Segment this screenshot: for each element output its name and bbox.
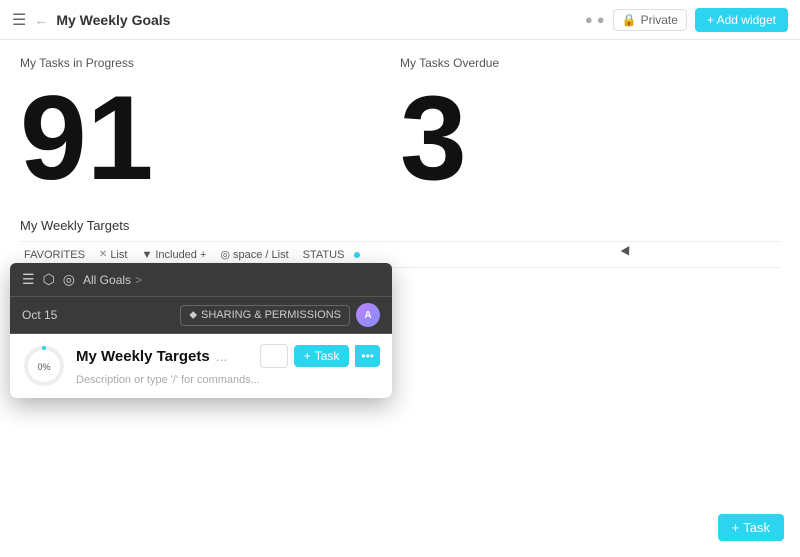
private-label: Private — [641, 13, 678, 27]
stats-row: My Tasks in Progress 91 My Tasks Overdue… — [20, 56, 780, 198]
popup-target-icon[interactable]: ◎ — [63, 271, 75, 288]
in-progress-value: 91 — [20, 78, 400, 198]
popup-description[interactable]: Description or type '/' for commands... — [76, 374, 380, 386]
filter-list[interactable]: ✕ List — [95, 247, 132, 263]
popup-body: 0% My Weekly Targets ... + Task ••• Desc… — [10, 334, 392, 398]
dot-icon-2: ● — [597, 12, 605, 27]
status-label: STATUS — [303, 249, 345, 261]
header-icons: ● ● — [585, 12, 605, 27]
popup-title: My Weekly Targets — [76, 348, 210, 365]
popup-date-bar: Oct 15 ⬥ SHARING & PERMISSIONS A — [10, 297, 392, 334]
targets-title: My Weekly Targets — [20, 218, 780, 233]
page-title: My Weekly Goals — [56, 12, 170, 28]
breadcrumb-sep: > — [135, 273, 142, 287]
list-label: List — [110, 249, 127, 261]
overdue-value: 3 — [400, 78, 780, 198]
popup-actions: + Task ••• — [260, 344, 380, 368]
back-icon[interactable]: ← — [34, 12, 48, 28]
included-label: Included + — [155, 249, 206, 261]
sharing-label: SHARING & PERMISSIONS — [201, 309, 341, 321]
popup-modal: ☰ ⬡ ◎ All Goals > Oct 15 ⬥ SHARING & PER… — [10, 263, 392, 398]
task-label: Task — [743, 520, 770, 535]
popup-header: ☰ ⬡ ◎ All Goals > — [10, 263, 392, 297]
popup-title-row: My Weekly Targets ... + Task ••• — [76, 344, 380, 368]
private-button[interactable]: 🔒 Private — [613, 9, 687, 31]
popup-white-button[interactable] — [260, 344, 288, 368]
lock-icon: 🔒 — [622, 13, 637, 27]
in-progress-stat: My Tasks in Progress 91 — [20, 56, 400, 198]
svg-text:0%: 0% — [37, 362, 50, 372]
active-filter-dot — [354, 252, 360, 258]
dot-icon-1: ● — [585, 12, 593, 27]
sharing-icon: ⬥ — [189, 309, 197, 322]
filter-status[interactable]: STATUS — [299, 247, 349, 263]
popup-bookmark-icon[interactable]: ⬡ — [43, 271, 55, 288]
popup-options-icon[interactable]: ... — [216, 348, 228, 364]
popup-breadcrumb: All Goals > — [83, 273, 142, 287]
header-right: ● ● 🔒 Private + Add widget — [585, 8, 788, 32]
overdue-label: My Tasks Overdue — [400, 56, 780, 70]
app-header: ☰ ← My Weekly Goals ● ● 🔒 Private + Add … — [0, 0, 800, 40]
space-icon: ◎ — [220, 248, 230, 261]
overdue-stat: My Tasks Overdue 3 — [400, 56, 780, 198]
filter-included[interactable]: ▼ Included + — [137, 247, 210, 263]
targets-section: My Weekly Targets FAVORITES ✕ List ▼ Inc… — [20, 218, 780, 268]
favorites-label: FAVORITES — [24, 249, 85, 261]
main-content: My Tasks in Progress 91 My Tasks Overdue… — [0, 40, 800, 284]
space-label: space / List — [233, 249, 289, 261]
popup-content-area: My Weekly Targets ... + Task ••• Descrip… — [76, 344, 380, 386]
plus-icon: + — [304, 349, 311, 363]
user-avatar: A — [356, 303, 380, 327]
popup-menu-icon[interactable]: ☰ — [22, 271, 35, 288]
menu-icon[interactable]: ☰ — [12, 10, 26, 30]
task-label: Task — [315, 349, 340, 363]
close-icon: ✕ — [99, 249, 107, 260]
breadcrumb-part1[interactable]: All Goals — [83, 273, 131, 287]
filter-favorites[interactable]: FAVORITES — [20, 247, 89, 263]
bottom-add-task-button[interactable]: + Task — [718, 514, 784, 541]
header-left: ☰ ← My Weekly Goals — [12, 10, 585, 30]
popup-add-task-button[interactable]: + Task — [294, 345, 350, 367]
popup-date: Oct 15 — [22, 308, 57, 322]
popup-task-dropdown-button[interactable]: ••• — [355, 345, 380, 367]
plus-icon: + — [732, 520, 740, 535]
filter-icon: ▼ — [141, 249, 152, 261]
filter-space[interactable]: ◎ space / List — [216, 246, 292, 263]
progress-ring: 0% — [22, 344, 66, 388]
sharing-button[interactable]: ⬥ SHARING & PERMISSIONS — [180, 305, 350, 326]
in-progress-label: My Tasks in Progress — [20, 56, 400, 70]
add-widget-button[interactable]: + Add widget — [695, 8, 788, 32]
